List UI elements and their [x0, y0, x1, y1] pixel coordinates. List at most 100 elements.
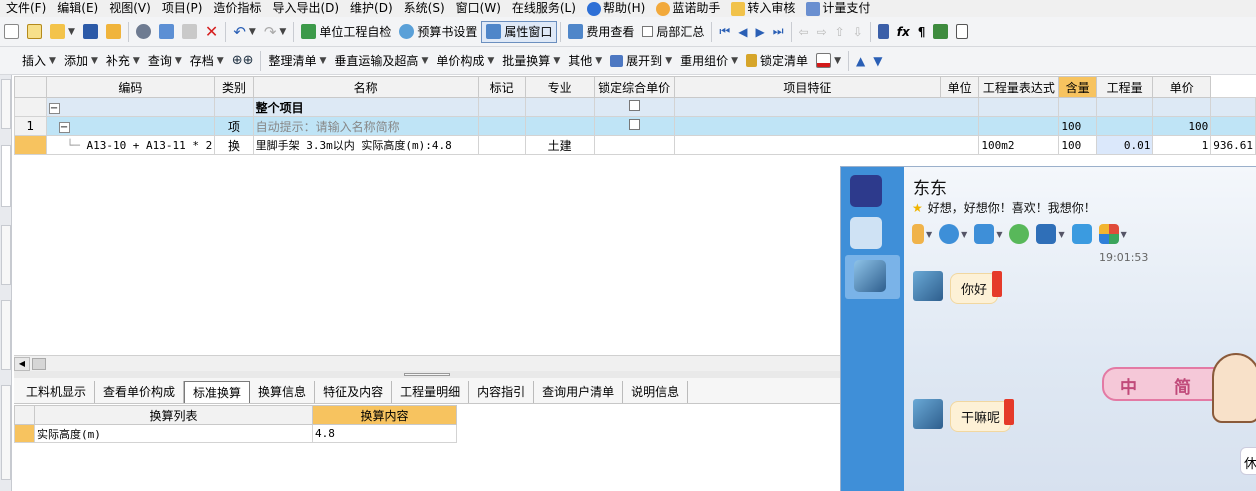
cell-name[interactable]: 里脚手架 3.3m以内 实际高度(m):4.8	[252, 135, 479, 155]
cell-expr[interactable]	[1058, 97, 1097, 117]
move-up-button[interactable]: ⇧	[831, 21, 849, 43]
reuse-group-price-button[interactable]: 重用组价 ▼	[676, 50, 742, 72]
col-feature[interactable]: 项目特征	[673, 76, 942, 98]
cell-lock[interactable]	[593, 116, 675, 136]
cell-unit[interactable]: 100m2	[978, 135, 1060, 155]
menu-online-service[interactable]: 在线服务(L)	[506, 0, 581, 17]
remote-desktop-button[interactable]: ▼	[1036, 224, 1065, 244]
cell-feature[interactable]	[673, 97, 980, 117]
table-row[interactable]: 1 − 项 自动提示：请输入名称简称 100 100	[14, 116, 1256, 136]
query-button[interactable]: 查询 ▼	[144, 50, 186, 72]
copy-button[interactable]	[155, 21, 178, 43]
cell-major[interactable]: 土建	[524, 135, 595, 155]
menu-project[interactable]: 项目(P)	[156, 0, 208, 17]
cell-code[interactable]: └─ A13-10 + A13-11 * 2	[45, 135, 216, 155]
cell-price[interactable]: 936.61	[1210, 135, 1256, 155]
cell-type[interactable]: 项	[214, 116, 254, 136]
tab-user-list-query[interactable]: 查询用户清单	[534, 381, 624, 403]
menu-view[interactable]: 视图(V)	[103, 0, 156, 17]
menu-cost-index[interactable]: 造价指标	[207, 0, 266, 17]
share-screen-button[interactable]	[1071, 224, 1092, 244]
other-button[interactable]: 其他 ▼	[564, 50, 606, 72]
scroll-thumb[interactable]	[32, 358, 46, 370]
batch-convert-button[interactable]: 批量换算 ▼	[498, 50, 564, 72]
cell-qty[interactable]: 100	[1152, 116, 1212, 136]
col-unit[interactable]: 单位	[940, 76, 980, 98]
lock-price-checkbox[interactable]	[628, 100, 640, 111]
cell-expr[interactable]: 100	[1058, 135, 1097, 155]
menu-file[interactable]: 文件(F)	[0, 0, 51, 17]
cell-type[interactable]: 换	[214, 135, 254, 155]
fill-color-button[interactable]: ▼	[812, 50, 845, 72]
budget-settings-button[interactable]: 预算书设置	[395, 21, 481, 43]
menu-system[interactable]: 系统(S)	[398, 0, 450, 17]
cell-lock[interactable]	[593, 135, 675, 155]
cell-qty[interactable]: 1	[1152, 135, 1212, 155]
col-qty[interactable]: 工程量	[1095, 76, 1154, 98]
cell-lock[interactable]	[593, 97, 675, 117]
cell-code[interactable]: −	[45, 116, 216, 136]
supplement-button[interactable]: 补充 ▼	[102, 50, 144, 72]
contact-avatar-icon[interactable]	[854, 260, 886, 292]
list-view-button[interactable]	[952, 21, 972, 43]
local-summary-toggle[interactable]: 局部汇总	[638, 21, 708, 43]
next-button[interactable]: ▶	[751, 21, 768, 43]
menu-help[interactable]: 帮助(H)	[581, 0, 650, 17]
collapse-icon[interactable]: −	[58, 122, 70, 133]
expand-to-button[interactable]: 展开到 ▼	[606, 50, 676, 72]
menu-transfer-audit[interactable]: 转入审核	[725, 0, 800, 17]
insert-button[interactable]: 插入 ▼	[18, 50, 60, 72]
tab-conversion-info[interactable]: 换算信息	[250, 381, 316, 403]
cell-mark[interactable]	[477, 135, 526, 155]
col-name[interactable]: 名称	[252, 76, 479, 98]
table-row[interactable]: └─ A13-10 + A13-11 * 2 换 里脚手架 3.3m以内 实际高…	[14, 135, 1256, 155]
cell-content[interactable]: 0.01	[1095, 135, 1154, 155]
add-button[interactable]: 添加 ▼	[60, 50, 102, 72]
lock-list-button[interactable]: 锁定清单	[742, 50, 812, 72]
archive-button[interactable]: 存档 ▼	[186, 50, 228, 72]
cell-feature[interactable]	[673, 135, 980, 155]
cell-name[interactable]: 自动提示：请输入名称简称	[252, 116, 479, 136]
folder-button[interactable]	[102, 21, 125, 43]
cell-qty[interactable]	[1152, 97, 1212, 117]
cell-feature[interactable]	[673, 116, 980, 136]
cell-code[interactable]: −	[45, 97, 216, 117]
side-tab-1[interactable]	[1, 79, 11, 129]
cube-button[interactable]	[929, 21, 952, 43]
splitter-grip[interactable]	[404, 373, 450, 376]
add-chat-button[interactable]	[1009, 224, 1030, 244]
cell-unit[interactable]	[978, 97, 1060, 117]
calculator-button[interactable]	[874, 21, 893, 43]
self-check-button[interactable]: 单位工程自检	[297, 21, 395, 43]
col-major[interactable]: 专业	[524, 76, 595, 98]
unit-composition-button[interactable]: 单价构成 ▼	[432, 50, 498, 72]
vertical-transport-button[interactable]: 垂直运输及超高 ▼	[330, 50, 432, 72]
col-type[interactable]: 类别	[214, 76, 254, 98]
local-summary-checkbox[interactable]	[642, 26, 654, 37]
tab-material-display[interactable]: 工料机显示	[18, 381, 96, 403]
menu-maintain[interactable]: 维护(D)	[344, 0, 398, 17]
dolphin-icon[interactable]	[850, 217, 882, 249]
lock-price-checkbox[interactable]	[628, 119, 640, 130]
redo-button[interactable]: ↷ ▼	[260, 21, 291, 43]
menu-measure-pay[interactable]: 计量支付	[800, 0, 875, 17]
paragraph-button[interactable]: ¶	[914, 21, 930, 43]
cell-content[interactable]	[1095, 97, 1154, 117]
move-row-down-button[interactable]: ▼	[869, 50, 886, 72]
cell-price[interactable]	[1210, 97, 1256, 117]
tab-unit-price-composition[interactable]: 查看单价构成	[95, 381, 185, 403]
voice-call-button[interactable]: ▼	[912, 224, 932, 244]
collapse-icon[interactable]: −	[48, 103, 60, 114]
cell-price[interactable]	[1210, 116, 1256, 136]
send-file-button[interactable]: ▼	[974, 224, 1002, 244]
table-row[interactable]: − 整个项目	[14, 97, 1256, 117]
avatar[interactable]	[913, 271, 943, 301]
app-logo-icon[interactable]	[850, 175, 882, 207]
new-button[interactable]	[0, 21, 23, 43]
horizontal-scrollbar[interactable]: ◀	[14, 355, 840, 371]
tab-description[interactable]: 说明信息	[623, 381, 689, 403]
prev-button[interactable]: ◀	[734, 21, 751, 43]
menu-import-export[interactable]: 导入导出(D)	[266, 0, 344, 17]
menu-edit[interactable]: 编辑(E)	[51, 0, 103, 17]
formula-button[interactable]: fx	[893, 21, 914, 43]
